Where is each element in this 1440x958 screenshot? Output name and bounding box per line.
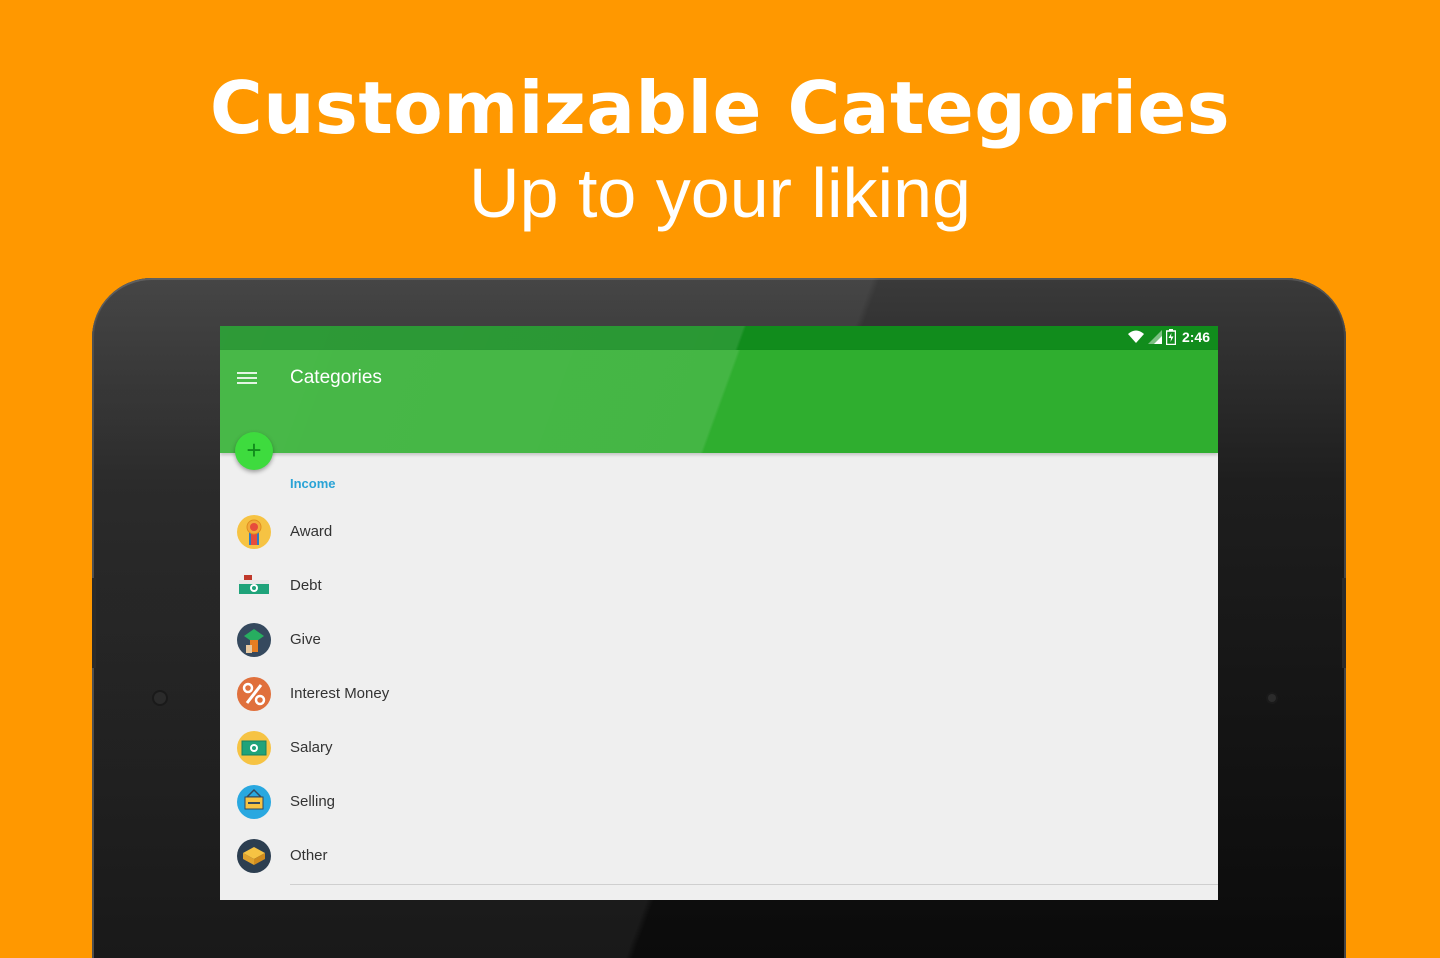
front-camera [154, 692, 166, 704]
money-drawer-icon [237, 569, 271, 603]
list-item-give[interactable]: Give [220, 614, 1218, 668]
signal-icon [1147, 330, 1162, 344]
right-speaker-grille [1342, 578, 1346, 668]
award-medal-icon [237, 515, 271, 549]
app-bar: Categories [220, 350, 1218, 453]
category-label: Award [290, 523, 333, 540]
list-item-interest-money[interactable]: Interest Money [220, 668, 1218, 722]
category-label: Salary [290, 739, 333, 756]
stack-box-icon [237, 839, 271, 873]
section-header-income: Income [290, 476, 336, 491]
list-item-debt[interactable]: Debt [220, 560, 1218, 614]
left-speaker-grille [92, 578, 96, 668]
banknote-icon [237, 731, 271, 765]
percent-icon [237, 677, 271, 711]
page-title: Categories [290, 367, 382, 388]
wifi-icon [1127, 330, 1144, 343]
category-label: Selling [290, 793, 336, 810]
status-icons: 2:46 [1127, 329, 1210, 345]
status-bar: 2:46 [220, 326, 1218, 350]
status-time: 2:46 [1181, 329, 1210, 345]
list-item-salary[interactable]: Salary [220, 722, 1218, 776]
appbar-sheen [220, 350, 1218, 453]
category-label: Give [290, 631, 321, 648]
sale-tag-icon [237, 785, 271, 819]
list-item-award[interactable]: Award [220, 506, 1218, 560]
gift-give-icon [237, 623, 271, 657]
app-screen: 2:46 Categories + Income Award Debt Give… [220, 326, 1218, 900]
list-item-other[interactable]: Other [220, 830, 1218, 884]
promo-subline: Up to your liking [469, 154, 971, 232]
add-icon: + [246, 435, 262, 465]
add-category-button[interactable]: + [235, 432, 273, 470]
hamburger-menu-icon[interactable] [237, 372, 257, 386]
list-divider [290, 884, 1218, 885]
category-label: Interest Money [290, 685, 390, 702]
category-list: Award Debt Give Interest Money Salary Se… [220, 506, 1218, 884]
light-sensor [1268, 694, 1276, 702]
list-item-selling[interactable]: Selling [220, 776, 1218, 830]
battery-icon [1165, 329, 1176, 345]
promo-headline: Customizable Categories [209, 66, 1231, 150]
category-label: Other [290, 847, 328, 864]
statusbar-sheen [220, 326, 1218, 350]
category-label: Debt [290, 577, 322, 594]
